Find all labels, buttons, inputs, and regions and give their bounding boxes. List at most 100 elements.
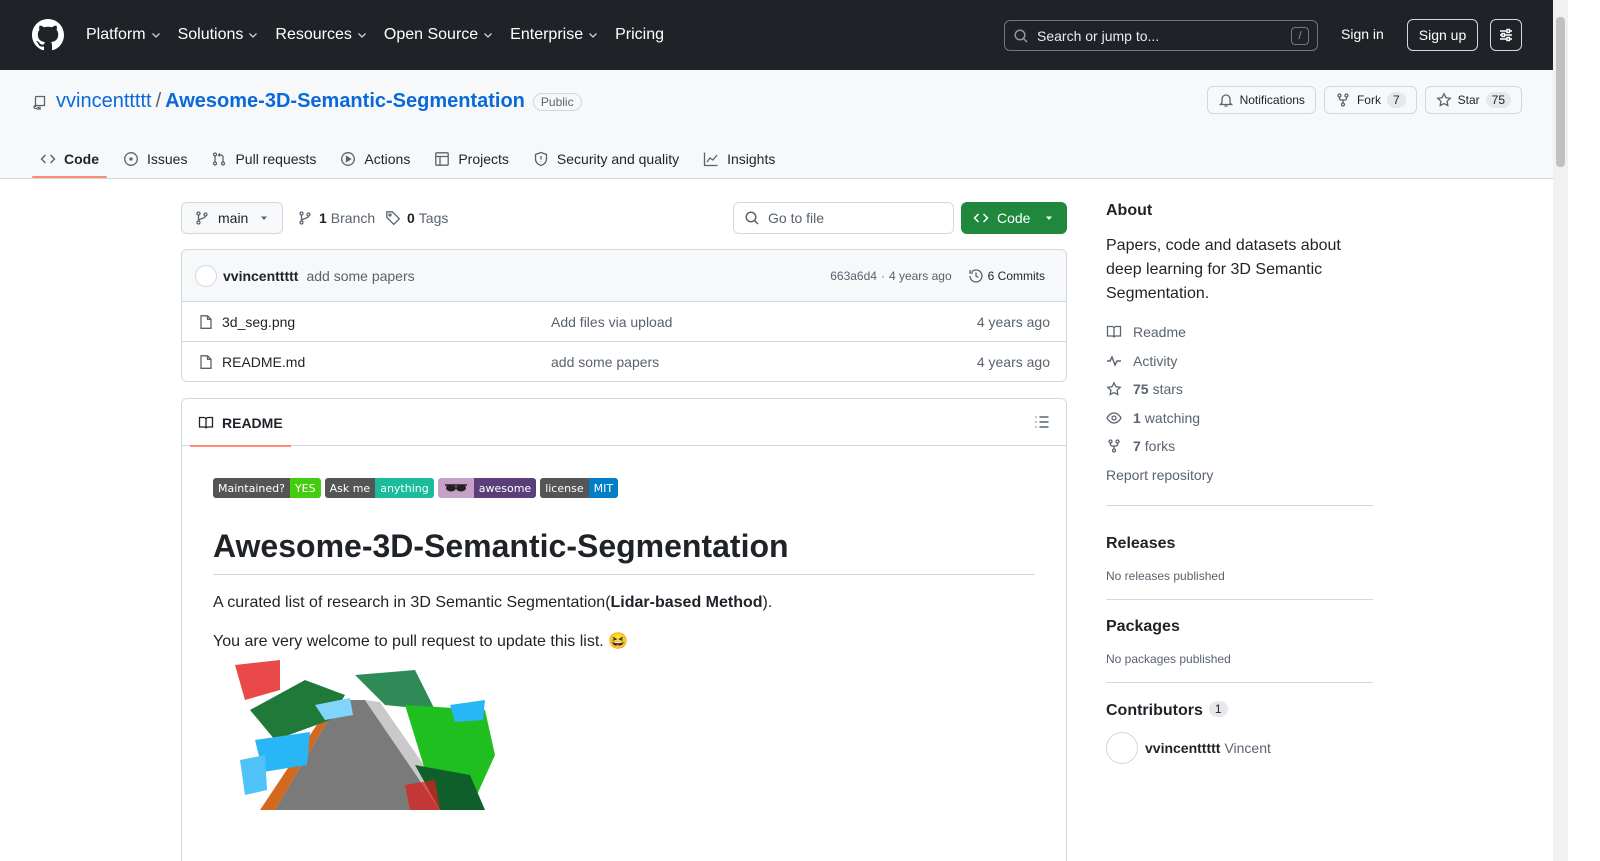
github-logo-icon[interactable] xyxy=(32,19,64,51)
badge-left: license xyxy=(540,478,589,498)
packages-heading[interactable]: Packages xyxy=(1106,618,1373,636)
badge-right: anything xyxy=(375,478,434,498)
notifications-label: Notifications xyxy=(1239,93,1305,107)
repo-header: vvincenttttt / Awesome-3D-Semantic-Segme… xyxy=(0,70,1553,179)
stars-label: stars xyxy=(1152,381,1183,398)
star-icon xyxy=(1436,92,1452,107)
tab-insights[interactable]: Insights xyxy=(695,140,783,178)
tags-link[interactable]: 0 Tags xyxy=(385,202,448,234)
branches-link[interactable]: 1 Branch xyxy=(297,202,375,234)
badge-right: awesome xyxy=(473,478,537,498)
nav-platform[interactable]: Platform xyxy=(86,19,162,51)
table-row[interactable]: 3d_seg.png Add files via upload 4 years … xyxy=(182,302,1066,342)
file-commit-message[interactable]: Add files via upload xyxy=(551,314,672,330)
fork-label: Fork xyxy=(1356,93,1381,107)
go-to-file-placeholder: Go to file xyxy=(768,210,825,226)
nav-open-source[interactable]: Open Source xyxy=(384,19,494,51)
forks-link[interactable]: 7 forks xyxy=(1106,432,1373,461)
file-name-link[interactable]: README.md xyxy=(222,354,305,370)
branch-icon xyxy=(299,211,311,225)
top-nav: Platform Solutions Resources Open Source… xyxy=(86,19,680,51)
commit-author-link[interactable]: vvincenttttt xyxy=(223,268,298,284)
repo-actions: Notifications Fork 7 Star 75 xyxy=(1199,86,1522,114)
tab-projects[interactable]: Projects xyxy=(426,140,517,178)
avatar[interactable] xyxy=(195,264,217,287)
sign-up-button[interactable]: Sign up xyxy=(1407,19,1478,51)
readme-tab[interactable]: README xyxy=(190,399,291,447)
nav-solutions[interactable]: Solutions xyxy=(178,19,260,51)
book-icon xyxy=(198,416,214,429)
commit-separator: · xyxy=(880,268,885,283)
scrollbar-thumb[interactable] xyxy=(1556,17,1565,167)
releases-heading[interactable]: Releases xyxy=(1106,535,1373,553)
branch-count: 1 xyxy=(319,210,327,226)
stars-link[interactable]: 75 stars xyxy=(1106,375,1373,404)
readme-link[interactable]: Readme xyxy=(1106,318,1373,347)
commit-message-link[interactable]: add some papers xyxy=(306,268,830,284)
chevron-down-icon xyxy=(357,33,366,38)
commit-count-label: 6 Commits xyxy=(987,268,1045,283)
list-unordered-icon[interactable] xyxy=(1034,414,1050,430)
search-icon xyxy=(1014,28,1028,43)
repo-name-link[interactable]: Awesome-3D-Semantic-Segmentation xyxy=(165,90,525,113)
tab-code[interactable]: Code xyxy=(32,140,107,178)
nav-pricing[interactable]: Pricing xyxy=(615,19,664,51)
table-row[interactable]: README.md add some papers 4 years ago xyxy=(182,342,1066,381)
file-name-link[interactable]: 3d_seg.png xyxy=(222,314,295,330)
pull-request-icon xyxy=(213,152,226,166)
visibility-badge: Public xyxy=(532,92,582,111)
code-download-button[interactable]: Code xyxy=(961,202,1067,234)
activity-link[interactable]: Activity xyxy=(1106,347,1373,376)
nav-resources[interactable]: Resources xyxy=(275,19,367,51)
maintained-badge[interactable]: Maintained? YES xyxy=(213,478,321,498)
sign-in-link[interactable]: Sign in xyxy=(1341,26,1384,42)
contributor-name: Vincent xyxy=(1224,740,1271,756)
page-scrollbar[interactable] xyxy=(1553,0,1568,861)
triangle-down-icon xyxy=(261,216,267,220)
branch-icon xyxy=(196,211,208,225)
go-to-file-input[interactable]: Go to file xyxy=(733,202,954,234)
avatar[interactable] xyxy=(1106,732,1138,764)
nav-label: Resources xyxy=(275,26,352,43)
tab-pull-requests[interactable]: Pull requests xyxy=(203,140,324,178)
tab-label: Pull requests xyxy=(235,151,317,167)
report-repository-link[interactable]: Report repository xyxy=(1106,461,1373,490)
about-heading: About xyxy=(1106,202,1153,219)
file-commit-message[interactable]: add some papers xyxy=(551,354,659,370)
intro-suffix: ). xyxy=(762,594,773,611)
contributors-section: Contributors 1 vvincenttttt Vincent xyxy=(1106,682,1373,764)
star-label: Star xyxy=(1457,93,1480,107)
readme-link-label: Readme xyxy=(1133,324,1186,341)
awesome-badge[interactable]: awesome xyxy=(437,478,537,498)
issue-icon xyxy=(124,152,138,166)
search-input[interactable]: Search or jump to... / xyxy=(1004,20,1318,51)
releases-section: Releases No releases published xyxy=(1106,505,1373,583)
nav-label: Platform xyxy=(86,26,146,43)
branch-selector[interactable]: main xyxy=(181,202,283,234)
nav-enterprise[interactable]: Enterprise xyxy=(510,19,599,51)
intro-bold: Lidar-based Method xyxy=(610,594,763,611)
commits-link[interactable]: 6 Commits xyxy=(968,268,1045,284)
tab-issues[interactable]: Issues xyxy=(115,140,195,178)
repo-title: vvincenttttt / Awesome-3D-Semantic-Segme… xyxy=(32,90,582,113)
repo-owner-link[interactable]: vvincenttttt xyxy=(56,90,152,113)
graph-icon xyxy=(703,152,718,167)
watching-label: watching xyxy=(1144,409,1201,426)
contributor-item[interactable]: vvincenttttt Vincent xyxy=(1106,732,1373,764)
branch-name: main xyxy=(218,210,249,226)
settings-menu-button[interactable] xyxy=(1490,19,1522,51)
ask-me-badge[interactable]: Ask me anything xyxy=(324,478,434,498)
chevron-down-icon xyxy=(151,33,160,38)
watchers-link[interactable]: 1 watching xyxy=(1106,404,1373,433)
fork-button[interactable]: Fork 7 xyxy=(1323,86,1417,114)
forks-count: 7 xyxy=(1133,438,1141,455)
contributors-heading[interactable]: Contributors 1 xyxy=(1106,701,1373,720)
notifications-button[interactable]: Notifications xyxy=(1206,86,1316,114)
star-button[interactable]: Star 75 xyxy=(1424,86,1522,114)
tab-security[interactable]: Security and quality xyxy=(525,140,687,178)
play-icon xyxy=(341,152,356,166)
commit-hash-link[interactable]: 663a6d4 xyxy=(830,269,877,283)
license-badge[interactable]: license MIT xyxy=(540,478,619,498)
global-header: Platform Solutions Resources Open Source… xyxy=(0,0,1553,70)
tab-actions[interactable]: Actions xyxy=(332,140,418,178)
